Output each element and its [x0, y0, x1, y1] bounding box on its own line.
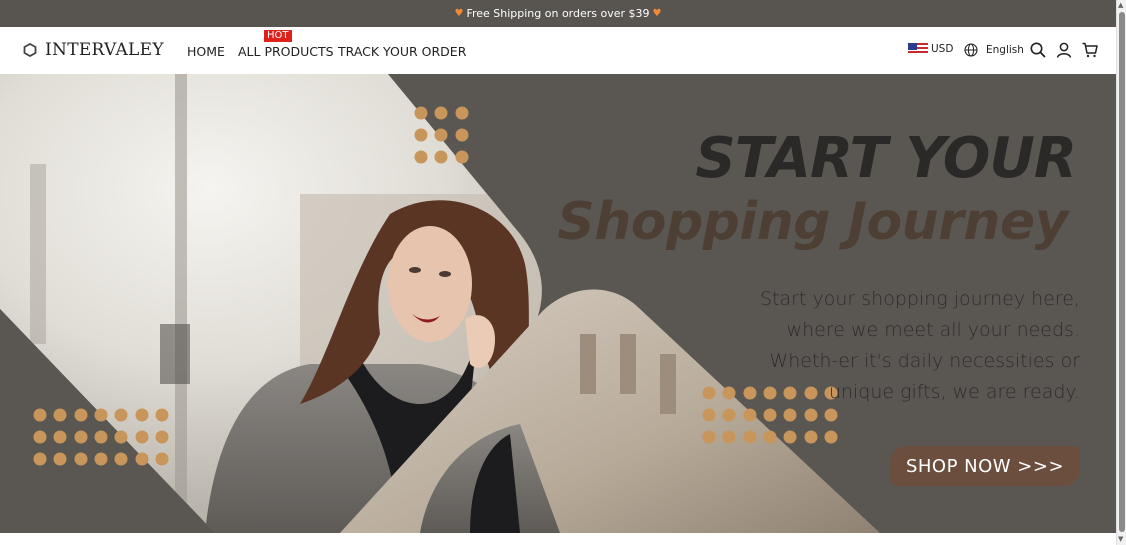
language-selector[interactable]: English — [964, 43, 1024, 57]
fire-icon: ♥ — [652, 8, 662, 19]
page-scrollbar[interactable]: ▲ ▼ — [1116, 0, 1126, 545]
us-flag-icon — [908, 43, 928, 55]
search-icon[interactable] — [1029, 41, 1047, 59]
announcement-bar: ♥ Free Shipping on orders over $39 ♥ — [0, 0, 1116, 27]
account-icon[interactable] — [1055, 41, 1073, 59]
currency-selector[interactable]: USD — [908, 43, 953, 55]
nav-track-order[interactable]: TRACK YOUR ORDER — [338, 44, 466, 59]
nav-all-products[interactable]: ALL PRODUCTS — [238, 44, 334, 59]
hero-title-line2: Shopping Journey — [557, 192, 1068, 252]
globe-icon — [964, 43, 978, 57]
brand-name: INTERVALEY — [45, 40, 164, 60]
shop-now-button[interactable]: SHOP NOW >>> — [890, 446, 1080, 486]
hero-title-line1: START YOUR — [695, 126, 1077, 191]
nav-home[interactable]: HOME — [187, 44, 225, 59]
scrollbar-thumb[interactable] — [1119, 12, 1125, 532]
announcement-text: Free Shipping on orders over $39 — [466, 7, 650, 20]
hot-badge: HOT — [264, 30, 292, 42]
scroll-up-arrow-icon[interactable]: ▲ — [1118, 1, 1123, 9]
dot-pattern-top — [414, 106, 469, 164]
currency-label: USD — [931, 43, 954, 55]
hero-description: Start your shopping journey here, where … — [760, 288, 1080, 403]
scroll-down-arrow-icon[interactable]: ▼ — [1118, 535, 1123, 543]
logo-icon — [23, 43, 37, 57]
language-label: English — [986, 44, 1024, 56]
fire-icon: ♥ — [454, 8, 464, 19]
site-header: INTERVALEY HOME HOT ALL PRODUCTS TRACK Y… — [0, 27, 1116, 74]
logo[interactable]: INTERVALEY — [23, 40, 164, 60]
cart-icon[interactable] — [1081, 41, 1099, 59]
hero-banner: START YOUR Shopping Journey Start your s… — [0, 74, 1116, 533]
